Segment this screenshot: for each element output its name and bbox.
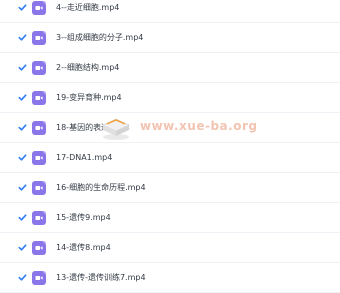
file-row[interactable]: 17-DNA1.mp4 — [0, 143, 340, 173]
file-name[interactable]: 18-基因的表达.mp4 — [56, 122, 130, 133]
file-row[interactable]: 18-基因的表达.mp4 — [0, 113, 340, 143]
file-row[interactable]: 14-遗传8.mp4 — [0, 233, 340, 263]
checkbox-checked-icon[interactable] — [17, 32, 28, 43]
video-file-icon — [32, 60, 46, 75]
file-list: 4--走近细胞.mp4 3--组成细胞的分子.mp4 2--细胞结构.mp4 1… — [0, 0, 340, 293]
video-file-icon — [32, 180, 46, 195]
video-file-icon — [32, 270, 46, 285]
file-row[interactable]: 3--组成细胞的分子.mp4 — [0, 23, 340, 53]
checkbox-checked-icon[interactable] — [17, 242, 28, 253]
file-name[interactable]: 3--组成细胞的分子.mp4 — [56, 32, 143, 43]
file-row[interactable]: 13-遗传-遗传训练7.mp4 — [0, 263, 340, 293]
checkbox-checked-icon[interactable] — [17, 182, 28, 193]
video-file-icon — [32, 0, 46, 15]
file-name[interactable]: 17-DNA1.mp4 — [56, 153, 112, 162]
checkbox-checked-icon[interactable] — [17, 212, 28, 223]
file-row[interactable]: 4--走近细胞.mp4 — [0, 0, 340, 23]
checkbox-checked-icon[interactable] — [17, 92, 28, 103]
checkbox-checked-icon[interactable] — [17, 62, 28, 73]
file-name[interactable]: 13-遗传-遗传训练7.mp4 — [56, 272, 146, 283]
file-name[interactable]: 2--细胞结构.mp4 — [56, 62, 119, 73]
file-row[interactable]: 15-遗传9.mp4 — [0, 203, 340, 233]
file-name[interactable]: 16-细胞的生命历程.mp4 — [56, 182, 146, 193]
file-row[interactable]: 2--细胞结构.mp4 — [0, 53, 340, 83]
file-row[interactable]: 16-细胞的生命历程.mp4 — [0, 173, 340, 203]
video-file-icon — [32, 120, 46, 135]
video-file-icon — [32, 30, 46, 45]
video-file-icon — [32, 240, 46, 255]
checkbox-checked-icon[interactable] — [17, 122, 28, 133]
checkbox-checked-icon[interactable] — [17, 2, 28, 13]
file-name[interactable]: 4--走近细胞.mp4 — [56, 2, 119, 13]
file-name[interactable]: 14-遗传8.mp4 — [56, 242, 111, 253]
video-file-icon — [32, 90, 46, 105]
file-row[interactable]: 19-变异育种.mp4 — [0, 83, 340, 113]
video-file-icon — [32, 210, 46, 225]
file-name[interactable]: 19-变异育种.mp4 — [56, 92, 122, 103]
file-name[interactable]: 15-遗传9.mp4 — [56, 212, 111, 223]
video-file-icon — [32, 150, 46, 165]
checkbox-checked-icon[interactable] — [17, 272, 28, 283]
checkbox-checked-icon[interactable] — [17, 152, 28, 163]
